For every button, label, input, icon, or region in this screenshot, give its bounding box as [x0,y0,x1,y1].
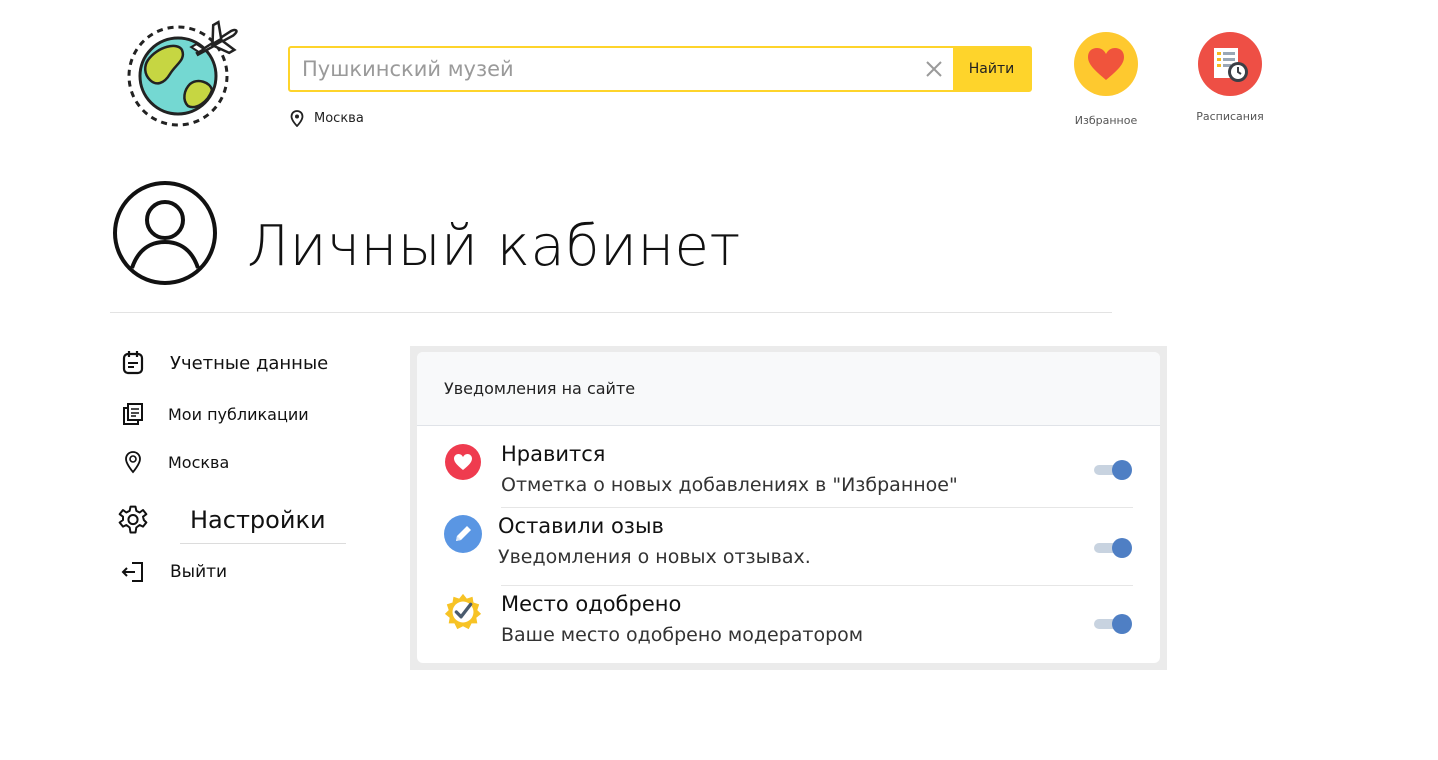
notification-description: Уведомления о новых отзывах. [498,546,811,568]
location-label: Москва [314,111,364,126]
notification-row-likes: Нравится Отметка о новых добавлениях в "… [417,436,1160,510]
notifications-header: Уведомления на сайте [417,352,1160,426]
notifications-panel-frame: Уведомления на сайте Нравится Отметка о … [410,346,1167,670]
location-pin-icon [290,110,304,127]
favorites-link[interactable]: Избранное [1066,32,1146,127]
sidebar-item-label: Выйти [170,562,228,582]
heart-icon [1088,48,1124,80]
reviews-toggle[interactable] [1094,538,1132,558]
sidebar-item-label: Мои публикации [168,404,309,424]
notification-title: Нравится [501,442,606,466]
user-icon [113,181,217,285]
schedules-label: Расписания [1196,110,1264,123]
logout-icon [118,560,148,584]
sidebar-item-label: Учетные данные [170,352,329,374]
publications-icon [118,402,148,426]
favorites-label: Избранное [1074,114,1138,127]
sidebar-item-settings[interactable]: Настройки [118,502,326,538]
search-button[interactable]: Найти [953,48,1030,90]
globe-plane-logo-icon [127,20,238,127]
title-divider [110,312,1112,313]
sidebar-item-account-data[interactable]: Учетные данные [118,350,328,376]
sidebar-item-city[interactable]: Москва [118,450,229,474]
notifications-panel: Уведомления на сайте Нравится Отметка о … [417,352,1160,663]
search-bar: Найти [288,46,1032,92]
clear-search-button[interactable] [915,48,953,90]
site-logo[interactable] [120,20,242,130]
notification-description: Отметка о новых добавлениях в "Избранное… [501,474,958,496]
page-title: Личный кабинет [247,214,741,279]
gear-icon [118,502,148,538]
approved-toggle[interactable] [1094,614,1132,634]
sidebar-item-logout[interactable]: Выйти [118,560,227,584]
close-icon [926,61,942,77]
notification-row-approved: Место одобрено Ваше место одобрено модер… [417,586,1160,660]
notification-title: Оставили озыв [498,514,664,538]
sidebar-item-label: Настройки [190,506,326,534]
schedule-icon [1214,48,1248,82]
notification-description: Ваше место одобрено модератором [501,624,864,646]
approved-badge-icon [443,592,483,632]
edit-badge-icon [443,514,483,554]
current-location[interactable]: Москва [290,110,364,127]
notification-row-reviews: Оставили озыв Уведомления о новых отзыва… [417,508,1160,582]
account-data-icon [118,350,148,376]
likes-toggle[interactable] [1094,460,1132,480]
settings-divider [180,543,346,544]
toggle-knob [1112,614,1132,634]
schedules-link[interactable]: Расписания [1180,32,1280,123]
toggle-knob [1112,460,1132,480]
favorites-circle [1074,32,1138,96]
schedules-circle [1198,32,1262,96]
user-avatar [112,180,218,286]
toggle-knob [1112,538,1132,558]
sidebar-item-publications[interactable]: Мои публикации [118,402,309,426]
search-input[interactable] [290,48,915,90]
location-pin-icon [118,450,148,474]
heart-badge-icon [443,442,483,482]
sidebar-item-label: Москва [168,452,230,472]
notification-title: Место одобрено [501,592,682,616]
